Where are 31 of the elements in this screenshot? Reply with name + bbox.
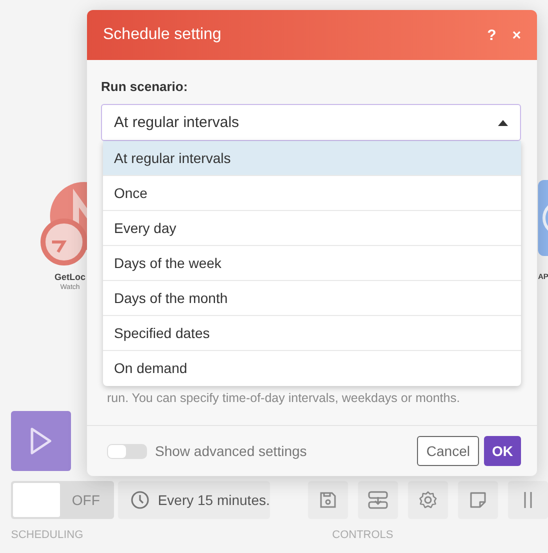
toggle-switch[interactable]: [107, 444, 147, 458]
note-button[interactable]: [458, 481, 498, 519]
section-label: SCHEDULING: [11, 529, 84, 541]
align-button[interactable]: [508, 481, 548, 519]
cancel-button[interactable]: Cancel: [417, 436, 479, 466]
toggle-label: Show advanced settings: [155, 443, 308, 459]
save-button[interactable]: [308, 481, 348, 519]
dropdown-option[interactable]: At regular intervals: [103, 141, 521, 176]
scenario-dropdown[interactable]: At regular intervals: [101, 104, 521, 141]
dropdown-option[interactable]: On demand: [103, 351, 521, 386]
note-icon: [469, 491, 487, 509]
dropdown-option[interactable]: Once: [103, 176, 521, 211]
settings-icon: [419, 491, 437, 509]
tray-arrow-icon: [368, 491, 388, 509]
module-name: GetLoc: [54, 272, 86, 282]
dropdown-option[interactable]: Specified dates: [103, 316, 521, 351]
ok-button[interactable]: OK: [484, 436, 521, 466]
import-button[interactable]: [358, 481, 398, 519]
dropdown-option[interactable]: Days of the week: [103, 246, 521, 281]
hint-text: run. You can specify time-of-day intervals, weekdays or months.: [106, 390, 461, 407]
dropdown-option[interactable]: Days of the month: [103, 281, 521, 316]
schedule-button[interactable]: Every 15 minutes.: [118, 481, 270, 519]
run-button[interactable]: [11, 411, 71, 471]
field-label: Run scenario:: [101, 79, 189, 95]
caret-icon: [498, 120, 508, 126]
clock-icon: [130, 490, 150, 510]
section-label: CONTROLS: [332, 529, 394, 541]
dropdown-option[interactable]: Every day: [103, 211, 521, 246]
play-icon: [29, 426, 53, 456]
dialog-title: Schedule setting: [103, 26, 222, 44]
settings-button[interactable]: [408, 481, 448, 519]
